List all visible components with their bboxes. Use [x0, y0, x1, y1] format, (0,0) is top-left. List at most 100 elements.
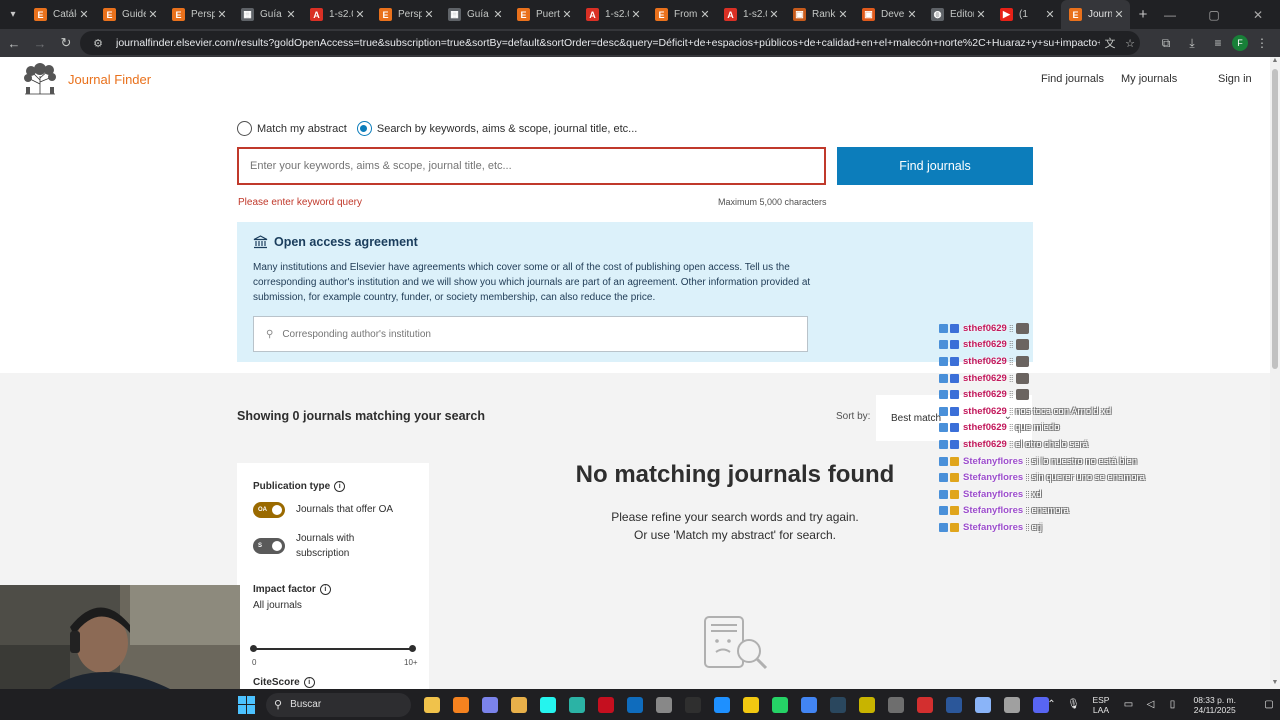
tab-close-icon[interactable]: ✕: [77, 8, 91, 21]
elsevier-tree-logo-icon[interactable]: [22, 62, 58, 96]
info-icon[interactable]: i: [303, 677, 315, 688]
tab-close-icon[interactable]: ✕: [560, 8, 574, 21]
browser-tab[interactable]: A 1-s2.0✕: [716, 0, 785, 29]
volume-icon[interactable]: ◁: [1139, 699, 1161, 710]
clock[interactable]: 08:33 p. m. 24/11/2025: [1193, 695, 1236, 715]
tab-close-icon[interactable]: ✕: [491, 8, 505, 21]
taskbar-app-icon[interactable]: [678, 689, 707, 720]
browser-tab[interactable]: ▦ Guía p✕: [233, 0, 302, 29]
microphone-icon[interactable]: 🎙: [1062, 699, 1084, 710]
forward-icon[interactable]: →: [28, 31, 52, 55]
taskbar-app-icon[interactable]: [562, 689, 591, 720]
windows-start-icon[interactable]: [238, 695, 256, 714]
taskbar-app-icon[interactable]: [852, 689, 881, 720]
radio-match-abstract[interactable]: [237, 121, 252, 136]
taskbar-search[interactable]: ⚲ Buscar: [266, 692, 411, 717]
tab-close-icon[interactable]: ✕: [1043, 8, 1057, 21]
taskbar-app-icon[interactable]: [707, 689, 736, 720]
tab-close-icon[interactable]: ✕: [905, 8, 919, 21]
browser-tab[interactable]: ◍ Editor ✕: [923, 0, 992, 29]
browser-tab[interactable]: A 1-s2.0✕: [578, 0, 647, 29]
browser-tab[interactable]: E Perspe✕: [164, 0, 233, 29]
browser-tab[interactable]: E Perspe✕: [371, 0, 440, 29]
tab-close-icon[interactable]: ✕: [836, 8, 850, 21]
scroll-down-icon[interactable]: ▼: [1270, 679, 1280, 689]
browser-tab[interactable]: A 1-s2.0✕: [302, 0, 371, 29]
tab-close-icon[interactable]: ✕: [974, 8, 988, 21]
browser-tab[interactable]: E From ✕: [647, 0, 716, 29]
minimize-icon[interactable]: —: [1148, 0, 1192, 29]
taskbar-app-icon[interactable]: [504, 689, 533, 720]
radio-match-abstract-label[interactable]: Match my abstract: [257, 123, 347, 135]
impact-factor-slider-track[interactable]: [253, 648, 412, 650]
taskbar-app-icon[interactable]: [910, 689, 939, 720]
address-bar[interactable]: ⚙ journalfinder.elsevier.com/results?gol…: [80, 31, 1140, 55]
extensions-icon[interactable]: ⧉: [1154, 31, 1178, 55]
tab-close-icon[interactable]: ✕: [767, 8, 781, 21]
brand-name[interactable]: Journal Finder: [68, 72, 151, 87]
maximize-icon[interactable]: ▢: [1192, 0, 1236, 29]
keyword-search-input[interactable]: [237, 147, 826, 185]
taskbar-app-icon[interactable]: [939, 689, 968, 720]
site-info-icon[interactable]: ⚙: [88, 37, 108, 50]
tab-close-icon[interactable]: ✕: [353, 8, 367, 21]
taskbar-app-icon[interactable]: [649, 689, 678, 720]
taskbar-app-icon[interactable]: [823, 689, 852, 720]
nav-my-journals[interactable]: My journals: [1121, 73, 1177, 85]
radio-keywords[interactable]: [356, 121, 372, 136]
network-icon[interactable]: ▭: [1117, 699, 1139, 710]
profile-avatar[interactable]: F: [1232, 35, 1248, 51]
scroll-up-icon[interactable]: ▲: [1270, 57, 1280, 67]
tab-close-icon[interactable]: ✕: [1112, 8, 1126, 21]
bookmark-star-icon[interactable]: ☆: [1120, 37, 1140, 50]
taskbar-app-icon[interactable]: [736, 689, 765, 720]
taskbar-app-icon[interactable]: [794, 689, 823, 720]
taskbar-app-icon[interactable]: [881, 689, 910, 720]
taskbar-app-icon[interactable]: [620, 689, 649, 720]
oa-toggle[interactable]: OA: [253, 502, 285, 518]
reload-icon[interactable]: ↻: [54, 31, 78, 55]
back-icon[interactable]: ←: [2, 31, 26, 55]
tab-close-icon[interactable]: ✕: [698, 8, 712, 21]
taskbar-app-icon[interactable]: [417, 689, 446, 720]
taskbar-app-icon[interactable]: [475, 689, 504, 720]
page-scrollbar[interactable]: ▲ ▼: [1270, 57, 1280, 689]
find-journals-button[interactable]: Find journals: [837, 147, 1033, 185]
nav-sign-in[interactable]: Sign in: [1218, 73, 1252, 85]
notifications-icon[interactable]: ▢: [1258, 699, 1280, 710]
info-icon[interactable]: i: [319, 584, 331, 595]
taskbar-app-icon[interactable]: [968, 689, 997, 720]
tab-close-icon[interactable]: ✕: [629, 8, 643, 21]
browser-tab[interactable]: ▶ (1 ✕: [992, 0, 1061, 29]
nav-find-journals[interactable]: Find journals: [1041, 73, 1104, 85]
taskbar-app-icon[interactable]: [446, 689, 475, 720]
institution-search-field[interactable]: ⚲ Corresponding author's institution: [253, 316, 808, 352]
browser-tab[interactable]: ▣ Rankin✕: [785, 0, 854, 29]
taskbar-app-icon[interactable]: [997, 689, 1026, 720]
translate-icon[interactable]: 文: [1100, 35, 1120, 51]
menu-icon[interactable]: ⋮: [1250, 31, 1274, 55]
radio-keywords-label[interactable]: Search by keywords, aims & scope, journa…: [377, 123, 637, 135]
taskbar-app-icon[interactable]: [765, 689, 794, 720]
taskbar-app-icon[interactable]: [591, 689, 620, 720]
info-icon[interactable]: i: [334, 481, 346, 492]
reading-list-icon[interactable]: ≡: [1206, 31, 1230, 55]
tab-search-dropdown-icon[interactable]: ▾: [0, 0, 26, 29]
tab-close-icon[interactable]: ✕: [146, 8, 160, 21]
browser-tab[interactable]: E Catálo✕: [26, 0, 95, 29]
battery-icon[interactable]: ▯: [1161, 699, 1183, 710]
browser-tab[interactable]: ▣ Develo✕: [854, 0, 923, 29]
browser-tab[interactable]: E Guide ✕: [95, 0, 164, 29]
browser-tab[interactable]: ▦ Guía p✕: [440, 0, 509, 29]
slider-min-handle[interactable]: [250, 645, 257, 652]
tray-overflow-icon[interactable]: ⌃: [1040, 699, 1062, 710]
slider-max-handle[interactable]: [409, 645, 416, 652]
downloads-icon[interactable]: ⤓: [1180, 31, 1204, 55]
close-window-icon[interactable]: ✕: [1236, 0, 1280, 29]
url-text[interactable]: journalfinder.elsevier.com/results?goldO…: [116, 37, 1100, 49]
browser-tab[interactable]: E Puerta✕: [509, 0, 578, 29]
subscription-toggle[interactable]: S: [253, 538, 285, 554]
language-indicator[interactable]: ESP LAA: [1092, 695, 1109, 715]
scrollbar-thumb[interactable]: [1272, 69, 1278, 369]
tab-close-icon[interactable]: ✕: [215, 8, 229, 21]
